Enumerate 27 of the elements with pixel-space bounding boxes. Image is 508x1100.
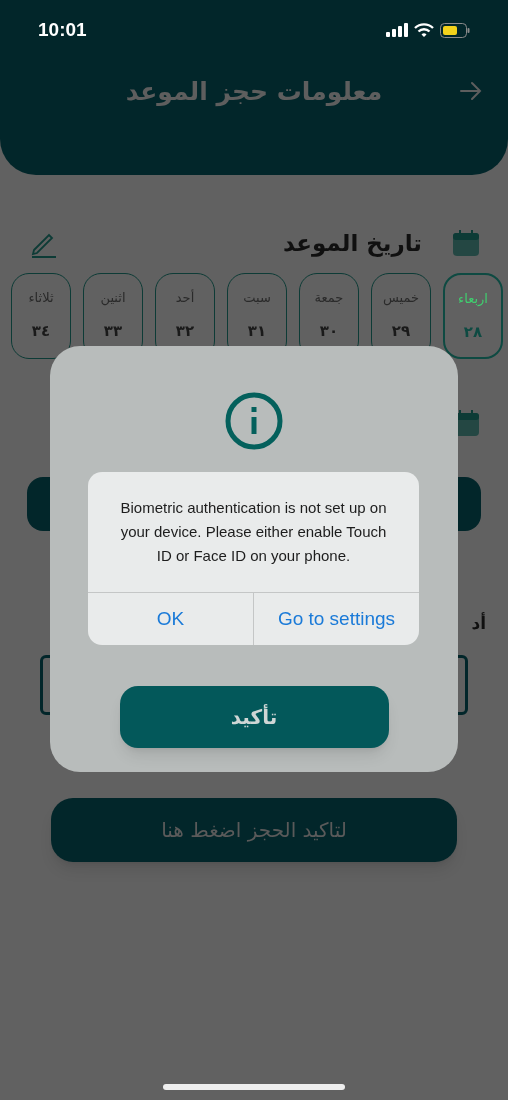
day-name: سبت xyxy=(243,289,271,307)
field-label: أد xyxy=(471,611,486,635)
day-name: اثنين xyxy=(100,289,126,308)
day-number: ٢٨ xyxy=(463,321,483,343)
status-time: 10:01 xyxy=(38,17,87,42)
day-name: خميس xyxy=(382,289,420,308)
info-icon xyxy=(225,392,283,450)
day-number: ٣٣ xyxy=(103,320,123,342)
day-name: ثلاثاء xyxy=(28,289,54,307)
day-number: ٣٤ xyxy=(31,320,51,342)
battery-icon xyxy=(440,22,470,38)
wifi-icon xyxy=(414,22,434,38)
day-name: اربعاء xyxy=(458,290,488,308)
confirm-booking-button[interactable]: لتاكيد الحجز اضغط هنا xyxy=(51,797,457,862)
ok-button[interactable]: OK xyxy=(88,593,253,645)
back-arrow-icon[interactable] xyxy=(460,81,482,101)
day-number: ٣٠ xyxy=(319,320,339,342)
signal-icon xyxy=(386,23,408,37)
header-title: معلومات حجز الموعد xyxy=(125,76,383,109)
section-title: تاريخ الموعد xyxy=(282,228,422,259)
settings-button[interactable]: Go to settings xyxy=(253,593,419,645)
day-number: ٢٩ xyxy=(391,320,411,342)
day-number: ٣١ xyxy=(247,320,267,342)
confirm-button[interactable]: تأكيد xyxy=(119,686,389,748)
calendar-icon xyxy=(452,229,480,257)
day-number: ٣٢ xyxy=(175,320,195,342)
alert-message: Biometric authentication is not set up on your device. Please either enable Touch ID or Face ID on your phone. xyxy=(119,498,388,566)
